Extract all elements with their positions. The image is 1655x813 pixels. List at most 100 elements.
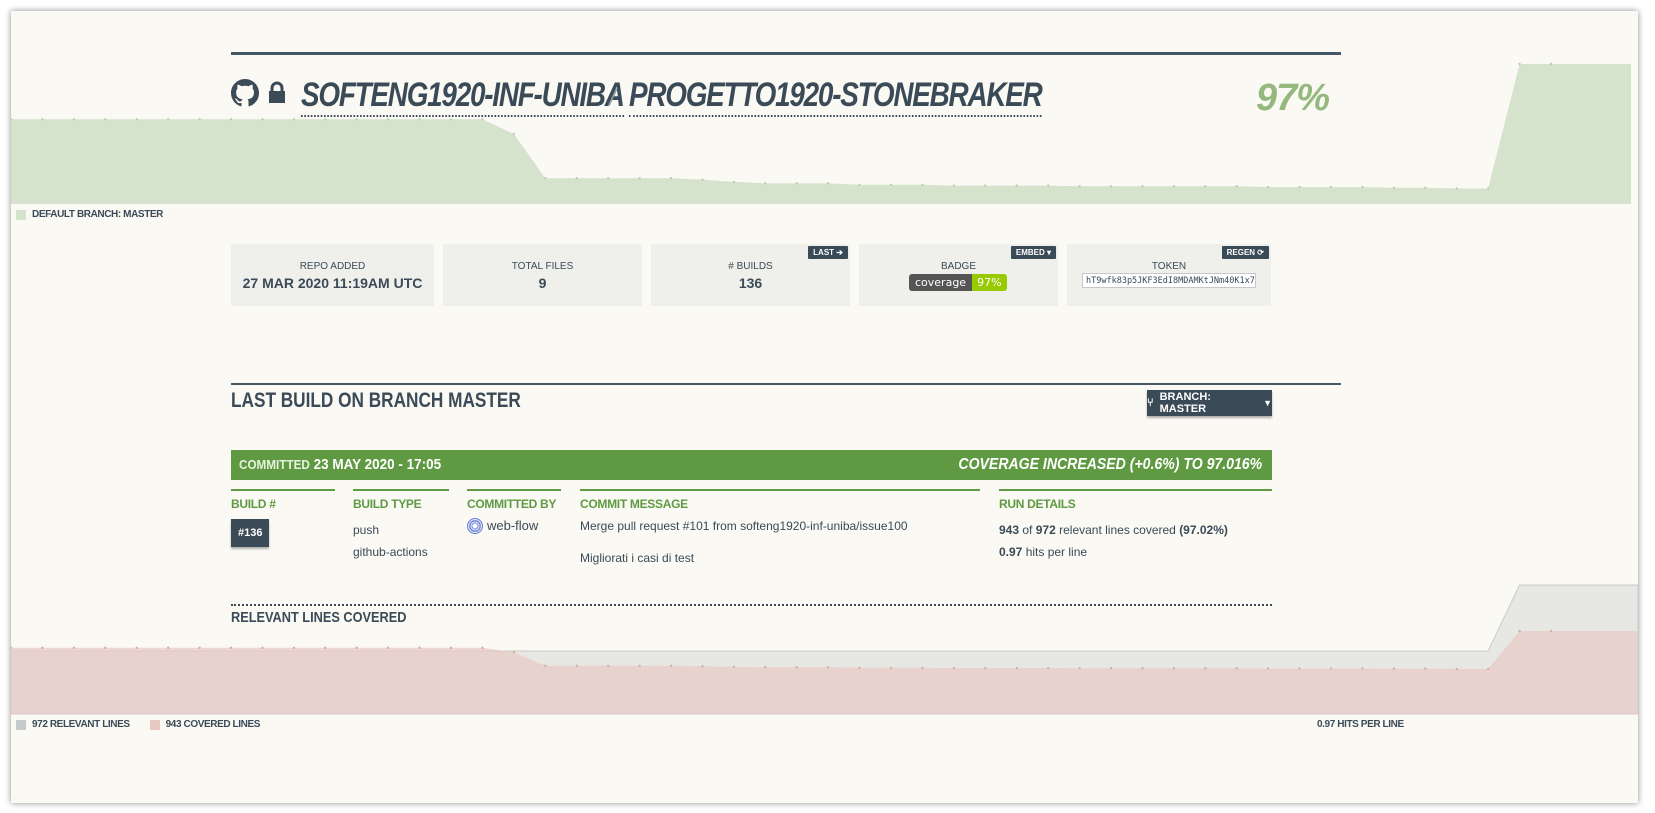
covered-point[interactable] (386, 646, 390, 650)
covered-point[interactable] (575, 664, 578, 667)
covered-point[interactable] (606, 664, 610, 667)
covered-point[interactable] (512, 651, 516, 654)
coverage-point[interactable] (1078, 185, 1081, 188)
coverage-point[interactable] (889, 183, 893, 187)
coverage-point[interactable] (701, 178, 704, 181)
covered-point[interactable] (1486, 667, 1490, 671)
coverage-point[interactable] (606, 177, 610, 180)
covered-point[interactable] (1298, 667, 1301, 670)
covered-point[interactable] (198, 646, 201, 650)
covered-point[interactable] (795, 666, 798, 669)
coverage-point[interactable] (544, 177, 547, 180)
covered-point[interactable] (984, 666, 987, 670)
coverage-point[interactable] (984, 184, 987, 187)
coverage-point[interactable] (575, 177, 578, 180)
covered-point[interactable] (166, 646, 170, 650)
build-number-link[interactable]: #136 (231, 519, 270, 547)
coverage-point[interactable] (1486, 187, 1490, 190)
last-build-button[interactable]: LAST ➔ (808, 246, 848, 259)
covered-point[interactable] (1455, 667, 1458, 671)
coverage-point[interactable] (198, 118, 201, 121)
embed-button[interactable]: EMBED ▾ (1010, 246, 1056, 259)
covered-point[interactable] (355, 646, 358, 650)
coverage-point[interactable] (1424, 186, 1427, 189)
covered-point[interactable] (1329, 667, 1333, 670)
covered-point[interactable] (1046, 666, 1050, 670)
coverage-point[interactable] (1455, 187, 1458, 190)
coverage-point[interactable] (1518, 62, 1521, 66)
coverage-point[interactable] (1392, 186, 1396, 189)
covered-point[interactable] (481, 646, 484, 650)
owner-link[interactable]: SOFTENG1920-INF-UNIBA (301, 75, 625, 117)
coverage-point[interactable] (1361, 185, 1364, 189)
committer-name[interactable]: web-flow (487, 515, 538, 537)
covered-point[interactable] (41, 646, 44, 650)
coverage-point[interactable] (1172, 185, 1176, 188)
branch-dropdown[interactable]: ⑂ BRANCH: MASTER ▼ (1147, 390, 1272, 416)
covered-point[interactable] (1361, 667, 1364, 670)
coverage-point[interactable] (669, 177, 673, 180)
coverage-point[interactable] (512, 132, 516, 136)
covered-point[interactable] (292, 646, 296, 650)
github-icon[interactable] (231, 79, 259, 112)
coverage-badge[interactable]: coverage 97% (909, 274, 1007, 291)
covered-point[interactable] (858, 666, 861, 669)
covered-point[interactable] (1109, 667, 1113, 670)
covered-point[interactable] (1518, 629, 1521, 633)
coverage-point[interactable] (1141, 185, 1144, 188)
covered-point[interactable] (889, 666, 893, 669)
repo-link[interactable]: PROGETTO1920-STONEBRAKER (629, 75, 1043, 117)
covered-point[interactable] (921, 666, 924, 669)
covered-point[interactable] (952, 666, 956, 670)
covered-point[interactable] (1204, 667, 1207, 670)
covered-point[interactable] (732, 665, 736, 669)
coverage-point[interactable] (638, 177, 641, 180)
covered-point[interactable] (1078, 667, 1081, 670)
covered-point[interactable] (1015, 666, 1018, 670)
coverage-point[interactable] (135, 118, 138, 121)
covered-point[interactable] (701, 665, 704, 668)
covered-point[interactable] (1392, 667, 1396, 670)
coverage-point[interactable] (826, 182, 830, 185)
covered-point[interactable] (72, 646, 76, 650)
coverage-point[interactable] (1266, 185, 1270, 189)
covered-point[interactable] (638, 664, 641, 667)
covered-point[interactable] (764, 666, 767, 669)
covered-point[interactable] (1172, 667, 1176, 670)
covered-point[interactable] (261, 646, 264, 650)
covered-point[interactable] (669, 664, 673, 667)
coverage-point[interactable] (764, 182, 767, 185)
covered-point[interactable] (104, 646, 107, 650)
coverage-point[interactable] (858, 183, 861, 187)
coverage-point[interactable] (41, 118, 44, 121)
coverage-point[interactable] (921, 183, 924, 187)
coverage-point[interactable] (72, 118, 76, 121)
coverage-point[interactable] (1204, 185, 1207, 188)
coverage-point[interactable] (1549, 62, 1553, 66)
covered-point[interactable] (135, 646, 138, 650)
coverage-point[interactable] (732, 180, 736, 184)
covered-point[interactable] (229, 646, 233, 650)
covered-point[interactable] (1141, 667, 1144, 670)
covered-point[interactable] (324, 646, 327, 650)
coverage-point[interactable] (952, 184, 956, 187)
coverage-point[interactable] (795, 182, 798, 185)
covered-point[interactable] (544, 664, 547, 667)
coverage-point[interactable] (1329, 185, 1333, 189)
covered-point[interactable] (449, 646, 453, 650)
covered-point[interactable] (1266, 667, 1270, 670)
regen-button[interactable]: REGEN ⟳ (1221, 246, 1269, 259)
coverage-point[interactable] (104, 118, 107, 121)
coverage-point[interactable] (1015, 184, 1018, 187)
covered-point[interactable] (418, 646, 421, 650)
coverage-point[interactable] (1235, 185, 1238, 188)
coverage-point[interactable] (1046, 184, 1050, 187)
covered-point[interactable] (1424, 667, 1427, 670)
covered-point[interactable] (1235, 667, 1238, 670)
covered-point[interactable] (826, 666, 830, 669)
covered-point[interactable] (1549, 629, 1553, 633)
coverage-point[interactable] (1298, 185, 1301, 189)
coverage-point[interactable] (166, 118, 170, 121)
coverage-point[interactable] (1109, 185, 1113, 188)
token-field[interactable]: hT9wfk83p5JKF3EdI8MDAMKtJNm40K1x7 (1082, 273, 1256, 288)
